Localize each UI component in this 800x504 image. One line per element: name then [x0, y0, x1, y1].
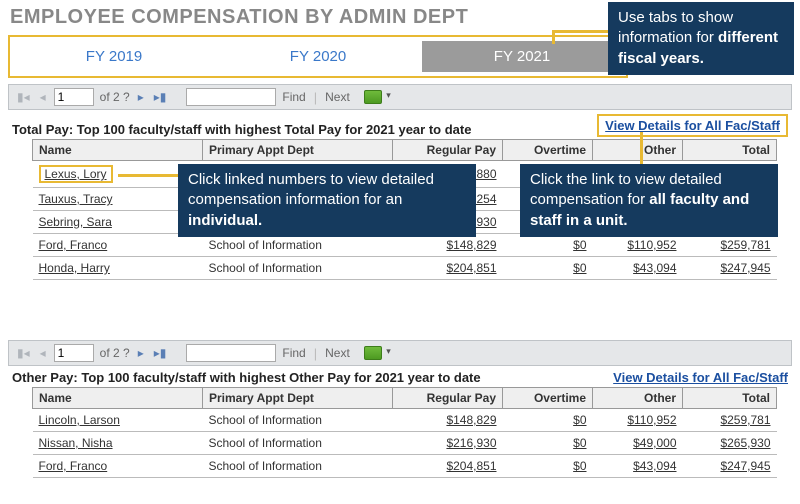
export-icon[interactable]: [364, 346, 382, 360]
table-row: Ford, Franco School of Information $148,…: [33, 234, 777, 257]
amount-link[interactable]: $0: [573, 459, 586, 473]
next-page-icon[interactable]: ▸: [136, 346, 146, 360]
employee-link[interactable]: Lexus, Lory: [45, 167, 107, 181]
amount-link[interactable]: $110,952: [627, 238, 676, 252]
page-number-input[interactable]: [54, 88, 94, 106]
tab-fy2019[interactable]: FY 2019: [14, 41, 214, 72]
amount-link[interactable]: $49,000: [633, 436, 676, 450]
first-page-icon[interactable]: ▮◂: [15, 346, 32, 360]
connector: [118, 174, 178, 177]
employee-link[interactable]: Tauxus, Tracy: [39, 192, 113, 206]
last-page-icon[interactable]: ▸▮: [152, 346, 169, 360]
dept-cell: School of Information: [203, 257, 393, 280]
amount-link[interactable]: $247,945: [720, 459, 770, 473]
find-input[interactable]: [186, 344, 276, 362]
report-toolbar-1: ▮◂ ◂ of 2 ? ▸ ▸▮ Find | Next: [8, 84, 792, 110]
dept-cell: School of Information: [203, 432, 393, 455]
col-dept: Primary Appt Dept: [203, 388, 393, 409]
view-details-link-total[interactable]: View Details for All Fac/Staff: [605, 118, 780, 133]
col-overtime: Overtime: [503, 140, 593, 161]
view-details-link-other[interactable]: View Details for All Fac/Staff: [613, 370, 788, 385]
col-other: Other: [593, 388, 683, 409]
find-input[interactable]: [186, 88, 276, 106]
col-total: Total: [683, 140, 777, 161]
callout-tabs: Use tabs to show information for differe…: [608, 2, 794, 75]
tab-fy2021[interactable]: FY 2021: [422, 41, 622, 72]
amount-link[interactable]: $204,851: [446, 261, 496, 275]
next-page-icon[interactable]: ▸: [136, 90, 146, 104]
prev-page-icon[interactable]: ◂: [38, 90, 48, 104]
find-button[interactable]: Find: [282, 90, 305, 104]
connector: [552, 30, 555, 44]
export-icon[interactable]: [364, 90, 382, 104]
amount-link[interactable]: $148,829: [446, 413, 496, 427]
amount-link[interactable]: $0: [573, 238, 586, 252]
employee-link[interactable]: Lincoln, Larson: [39, 413, 120, 427]
first-page-icon[interactable]: ▮◂: [15, 90, 32, 104]
amount-link[interactable]: $265,930: [720, 436, 770, 450]
col-regular: Regular Pay: [393, 388, 503, 409]
callout-individual: Click linked numbers to view detailed co…: [178, 164, 476, 237]
prev-page-icon[interactable]: ◂: [38, 346, 48, 360]
tab-fy2020[interactable]: FY 2020: [218, 41, 418, 72]
table-header-row: Name Primary Appt Dept Regular Pay Overt…: [33, 140, 777, 161]
total-pay-heading: Total Pay: Top 100 faculty/staff with hi…: [12, 122, 471, 137]
amount-link[interactable]: $204,851: [446, 459, 496, 473]
table-header-row: Name Primary Appt Dept Regular Pay Overt…: [33, 388, 777, 409]
amount-link[interactable]: $43,094: [633, 459, 676, 473]
table-row: Lincoln, Larson School of Information $1…: [33, 409, 777, 432]
page-number-input[interactable]: [54, 344, 94, 362]
other-pay-table: Name Primary Appt Dept Regular Pay Overt…: [32, 387, 777, 478]
employee-link[interactable]: Ford, Franco: [39, 459, 108, 473]
employee-link[interactable]: Ford, Franco: [39, 238, 108, 252]
next-find-button[interactable]: Next: [325, 90, 350, 104]
table-row: Ford, Franco School of Information $204,…: [33, 455, 777, 478]
connector: [640, 132, 643, 164]
find-button[interactable]: Find: [282, 346, 305, 360]
employee-link[interactable]: Sebring, Sara: [39, 215, 112, 229]
col-name: Name: [33, 140, 203, 161]
col-total: Total: [683, 388, 777, 409]
amount-link[interactable]: $148,829: [446, 238, 496, 252]
amount-link[interactable]: $0: [573, 261, 586, 275]
connector: [552, 30, 608, 33]
fiscal-year-tabs: FY 2019 FY 2020 FY 2021: [8, 35, 628, 78]
callout-unit: Click the link to view detailed compensa…: [520, 164, 778, 237]
table-row: Honda, Harry School of Information $204,…: [33, 257, 777, 280]
amount-link[interactable]: $259,781: [720, 238, 770, 252]
employee-link[interactable]: Honda, Harry: [39, 261, 110, 275]
amount-link[interactable]: $247,945: [720, 261, 770, 275]
col-regular: Regular Pay: [393, 140, 503, 161]
col-other: Other: [593, 140, 683, 161]
amount-link[interactable]: $0: [573, 413, 586, 427]
page-count-label: of 2 ?: [100, 346, 130, 360]
amount-link[interactable]: $110,952: [627, 413, 676, 427]
amount-link[interactable]: $216,930: [446, 436, 496, 450]
page-count-label: of 2 ?: [100, 90, 130, 104]
col-name: Name: [33, 388, 203, 409]
amount-link[interactable]: $0: [573, 436, 586, 450]
amount-link[interactable]: $43,094: [633, 261, 676, 275]
col-dept: Primary Appt Dept: [203, 140, 393, 161]
next-find-button[interactable]: Next: [325, 346, 350, 360]
dept-cell: School of Information: [203, 234, 393, 257]
col-overtime: Overtime: [503, 388, 593, 409]
dept-cell: School of Information: [203, 409, 393, 432]
section-head-total: Total Pay: Top 100 faculty/staff with hi…: [12, 114, 788, 137]
other-pay-heading: Other Pay: Top 100 faculty/staff with hi…: [12, 370, 481, 385]
dept-cell: School of Information: [203, 455, 393, 478]
last-page-icon[interactable]: ▸▮: [152, 90, 169, 104]
employee-link[interactable]: Nissan, Nisha: [39, 436, 113, 450]
report-toolbar-2: ▮◂ ◂ of 2 ? ▸ ▸▮ Find | Next: [8, 340, 792, 366]
section-head-other: Other Pay: Top 100 faculty/staff with hi…: [12, 370, 788, 385]
amount-link[interactable]: $259,781: [720, 413, 770, 427]
table-row: Nissan, Nisha School of Information $216…: [33, 432, 777, 455]
